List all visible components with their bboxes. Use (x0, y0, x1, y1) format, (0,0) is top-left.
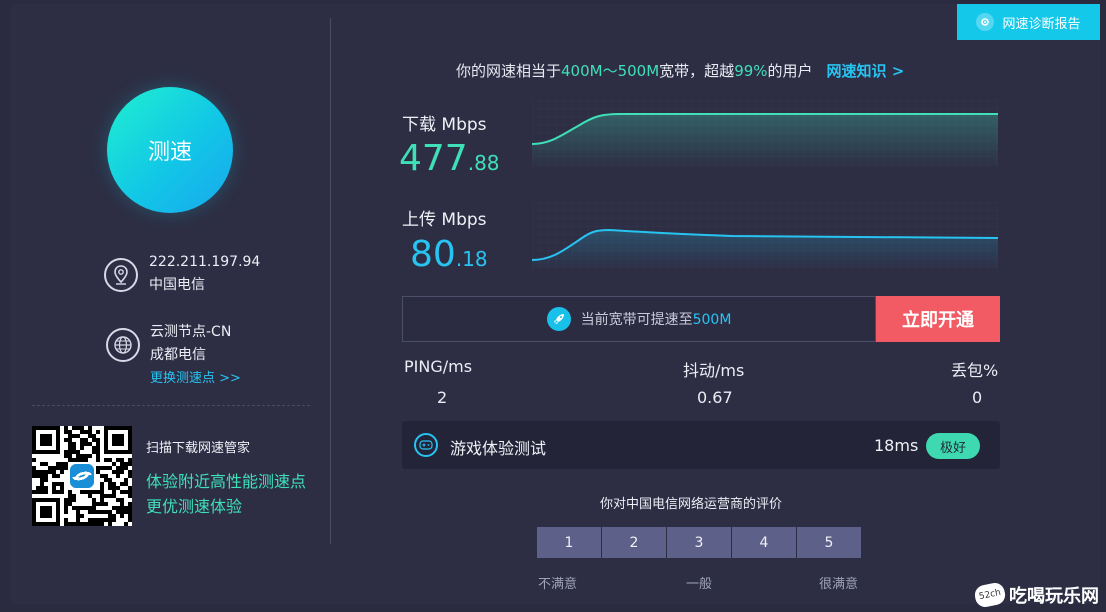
game-latency: 18ms (874, 436, 919, 455)
vertical-divider (330, 18, 331, 544)
upload-dec: .18 (455, 247, 488, 271)
promo-value: 500M (692, 312, 732, 328)
rocket-icon (546, 307, 571, 331)
game-rating-badge: 极好 (926, 433, 980, 459)
upload-graph (532, 202, 998, 270)
watermark-text: 吃喝玩乐网 (1009, 586, 1099, 607)
location-pin-icon (104, 258, 138, 292)
globe-icon (106, 328, 140, 362)
download-dec: .88 (467, 151, 500, 175)
summary-suffix: 的用户 (767, 62, 813, 80)
client-isp: 中国电信 (149, 277, 205, 293)
diagnostic-icon (976, 13, 995, 31)
change-node-link[interactable]: 更换测速点 >> (150, 367, 241, 390)
upload-value: 80.18 (410, 234, 488, 275)
speed-summary: 你的网速相当于400M～500M宽带，超越99%的用户 网速知识 > (456, 60, 904, 81)
node-info: 云测节点-CN 成都电信 更换测速点 >> (150, 321, 241, 390)
summary-range: 400M～500M (561, 62, 660, 80)
left-divider (32, 405, 310, 406)
rating-option-3[interactable]: 3 (667, 527, 731, 558)
rating-mid-label: 一般 (686, 577, 713, 592)
rating-title: 你对中国电信网络运营商的评价 (600, 497, 783, 512)
rating-option-2[interactable]: 2 (602, 527, 666, 558)
speed-knowledge-link[interactable]: 网速知识 > (827, 62, 905, 80)
summary-prefix: 你的网速相当于 (456, 62, 562, 80)
download-graph (532, 100, 998, 168)
download-int: 477 (399, 138, 468, 179)
qr-promo-text: 体验附近高性能测速点 更优测速体验 (146, 469, 306, 519)
download-value: 477.88 (399, 138, 500, 179)
app-qr-code (32, 426, 132, 526)
ping-value: 2 (437, 388, 448, 407)
loss-label: 丢包% (951, 361, 999, 380)
jitter-value: 0.67 (697, 388, 733, 407)
client-info: 222.211.197.94 中国电信 (149, 251, 260, 297)
loss-value: 0 (972, 388, 983, 407)
node-isp: 成都电信 (150, 347, 206, 363)
gamepad-icon (414, 433, 438, 457)
summary-middle: 宽带，超越 (659, 62, 735, 80)
start-speed-test-button[interactable]: 测速 (107, 87, 233, 213)
rating-option-5[interactable]: 5 (797, 527, 861, 558)
rating-options: 1 2 3 4 5 (537, 527, 861, 558)
site-watermark: 52ch 吃喝玩乐网 (973, 581, 1099, 609)
game-test-title: 游戏体验测试 (450, 439, 547, 458)
upload-int: 80 (410, 234, 456, 275)
upgrade-promo: 当前宽带可提速至500M (402, 296, 876, 342)
qr-promo-line1: 体验附近高性能测速点 (146, 472, 307, 491)
qr-promo-line2: 更优测速体验 (146, 497, 243, 516)
diagnostic-report-button[interactable]: 网速诊断报告 (957, 4, 1100, 40)
summary-percent: 99% (734, 62, 768, 80)
watermark-logo: 52ch (973, 581, 1007, 609)
jitter-label: 抖动/ms (683, 361, 745, 380)
rating-high-label: 很满意 (819, 577, 859, 592)
qr-caption: 扫描下载网速管家 (146, 441, 251, 456)
speed-test-label: 测速 (147, 140, 192, 165)
download-label: 下载 Mbps (402, 115, 487, 135)
rating-low-label: 不满意 (538, 577, 578, 592)
open-now-button[interactable]: 立即开通 (876, 296, 1000, 342)
upload-label: 上传 Mbps (402, 210, 487, 230)
game-experience-test[interactable]: 游戏体验测试 18ms 极好 (402, 421, 1000, 469)
client-ip: 222.211.197.94 (149, 254, 261, 270)
rating-option-4[interactable]: 4 (732, 527, 796, 558)
diagnostic-report-label: 网速诊断报告 (1002, 16, 1081, 32)
ping-label: PING/ms (404, 357, 473, 376)
rating-option-1[interactable]: 1 (537, 527, 601, 558)
node-name: 云测节点-CN (150, 324, 232, 340)
promo-text: 当前宽带可提速至 (580, 312, 693, 328)
